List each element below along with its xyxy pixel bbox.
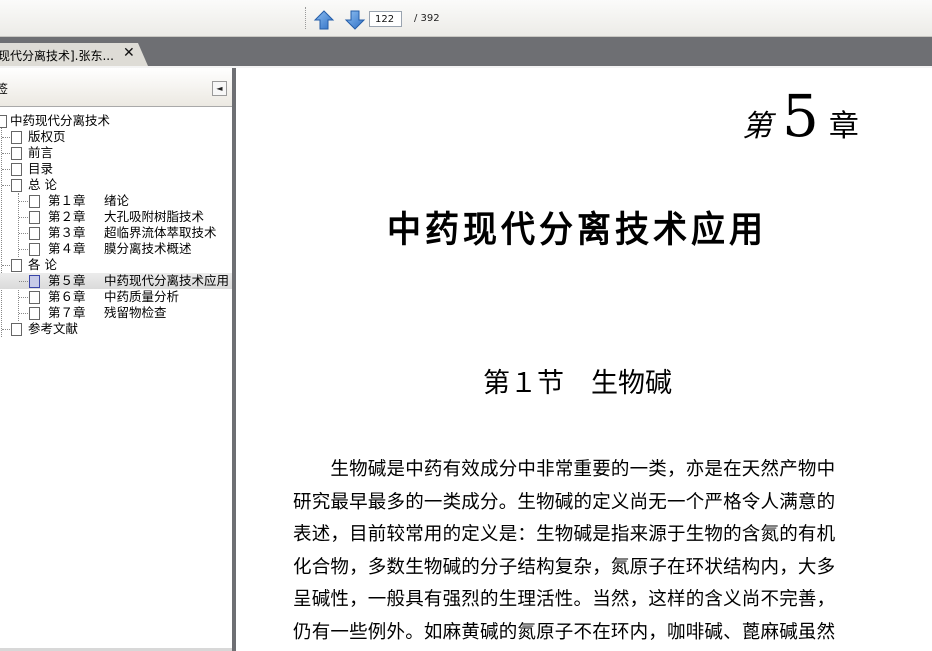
tree-connector	[2, 265, 10, 266]
toolbar-separator	[305, 7, 308, 29]
tree-item-label: 目录	[28, 161, 54, 176]
tree-item-label: 版权页	[28, 129, 66, 144]
tree-connector	[2, 137, 10, 138]
page-total: / 392	[414, 13, 440, 24]
page-icon	[11, 147, 22, 160]
tree-item-general[interactable]: 总 论	[0, 177, 232, 193]
page-icon	[11, 179, 22, 192]
tree-connector	[2, 169, 10, 170]
page-icon	[29, 227, 40, 240]
tree-item-chapter: 第７章	[48, 305, 86, 320]
paragraph-line: 呈碱性，一般具有强烈的生理活性。当然，这样的含义尚不完善，	[293, 589, 836, 611]
tree-item-chapter: 第５章	[48, 273, 86, 288]
tree-connector	[2, 153, 10, 154]
page-icon	[29, 211, 40, 224]
document-tab[interactable]: 现代分离技术].张东... ✕	[0, 43, 148, 66]
paragraph-line: 研究最早最多的一类成分。生物碱的定义尚无一个严格令人满意的	[293, 491, 836, 513]
collapse-sidebar-button[interactable]: ◄	[212, 81, 227, 96]
chapter-prefix: 第	[742, 109, 772, 144]
tree-item-chapter-7[interactable]: 第７章 残留物检查	[0, 305, 232, 321]
next-page-button[interactable]	[344, 9, 366, 31]
tree-item-label: 前言	[28, 145, 54, 160]
tree-item-label: 超临界流体萃取技术	[104, 225, 217, 240]
document-page: 第5章 中药现代分离技术应用 第１节 生物碱 生物碱是中药有效成分中非常重要的一…	[236, 68, 932, 651]
sidebar-header-label: 签	[0, 82, 9, 96]
tree-connector	[19, 281, 28, 282]
paragraph-line: 化合物，多数生物碱的分子结构复杂，氮原子在环状结构内，大多	[293, 556, 836, 578]
tree-item-chapter: 第３章	[48, 225, 86, 240]
tree-connector	[19, 217, 28, 218]
tree-item-label: 中药现代分离技术应用	[104, 273, 230, 288]
page-icon	[29, 243, 40, 256]
tree-item-preface[interactable]: 前言	[0, 145, 232, 161]
tree-connector	[19, 233, 28, 234]
tree-item-chapter: 第２章	[48, 209, 86, 224]
tree-item-chapter-3[interactable]: 第３章 超临界流体萃取技术	[0, 225, 232, 241]
tree-item-chapter: 第６章	[48, 289, 86, 304]
page-icon	[29, 195, 40, 208]
paragraph-line: 生物碱是中药有效成分中非常重要的一类，亦是在天然产物中	[293, 459, 836, 480]
previous-page-button[interactable]	[313, 9, 335, 31]
toolbar: 122 / 392	[0, 0, 932, 37]
page-number-input[interactable]: 122	[369, 11, 402, 27]
chapter-heading: 第5章	[742, 82, 859, 150]
tree-item-chapter: 第１章	[48, 193, 86, 208]
tree-connector	[2, 185, 10, 186]
bookmarks-sidebar: 签 ◄ 中药现代分离技术 版权页 前言 目录 总 论 第１章 绪论 第２章 大孔…	[0, 68, 233, 651]
page-icon	[0, 115, 7, 128]
tree-item-label: 总 论	[28, 177, 57, 192]
tree-connector	[19, 249, 28, 250]
tree-item-label: 各 论	[28, 257, 57, 272]
tree-item-chapter: 第４章	[48, 241, 86, 256]
close-tab-icon[interactable]: ✕	[123, 45, 135, 61]
page-icon	[11, 323, 22, 336]
page-icon	[29, 291, 40, 304]
page-icon	[11, 163, 22, 176]
tree-item-chapter-4[interactable]: 第４章 膜分离技术概述	[0, 241, 232, 257]
document-tab-title: 现代分离技术].张东...	[0, 49, 114, 63]
page-icon	[11, 259, 22, 272]
chapter-suffix: 章	[828, 109, 859, 144]
section-heading: 第１节 生物碱	[483, 368, 672, 399]
paragraph-line: 仍有一些例外。如麻黄碱的氮原子不在环内，咖啡碱、蓖麻碱虽然	[293, 621, 836, 643]
tree-item-chapter-6[interactable]: 第６章 中药质量分析	[0, 289, 232, 305]
tree-item-label: 大孔吸附树脂技术	[104, 209, 205, 224]
tree-connector	[2, 329, 10, 330]
paragraph-line: 表述，目前较常用的定义是：生物碱是指来源于生物的含氮的有机	[293, 524, 836, 546]
tree-item-contents[interactable]: 目录	[0, 161, 232, 177]
tree-item-label: 膜分离技术概述	[104, 241, 192, 256]
tree-item-chapter-2[interactable]: 第２章 大孔吸附树脂技术	[0, 209, 232, 225]
tree-item-label: 中药质量分析	[104, 289, 180, 304]
tree-connector	[19, 313, 28, 314]
tree-item-label: 绪论	[104, 193, 130, 208]
tree-item-chapter-5[interactable]: 第５章 中药现代分离技术应用	[0, 273, 232, 289]
tree-item-copyright[interactable]: 版权页	[0, 129, 232, 145]
tree-item-label: 残留物检查	[104, 305, 167, 320]
tree-item-root[interactable]: 中药现代分离技术	[0, 113, 232, 129]
arrow-down-icon	[344, 10, 366, 30]
page-icon	[11, 131, 22, 144]
chapter-number: 5	[782, 82, 819, 150]
tree-item-specific[interactable]: 各 论	[0, 257, 232, 273]
chapter-title: 中药现代分离技术应用	[387, 209, 767, 252]
tree-connector	[19, 297, 28, 298]
current-page-icon	[29, 275, 40, 288]
page-icon	[29, 307, 40, 320]
arrow-up-icon	[313, 10, 335, 30]
tree-item-references[interactable]: 参考文献	[0, 321, 232, 337]
body-paragraph: 生物碱是中药有效成分中非常重要的一类，亦是在天然产物中 研究最早最多的一类成分。…	[293, 454, 883, 650]
tree-item-label: 中药现代分离技术	[10, 113, 111, 128]
tab-bar: 现代分离技术].张东... ✕	[0, 37, 932, 68]
tree-item-chapter-1[interactable]: 第１章 绪论	[0, 193, 232, 209]
tree-connector	[19, 201, 28, 202]
sidebar-header: 签 ◄	[0, 68, 232, 107]
tree-item-label: 参考文献	[28, 321, 79, 336]
